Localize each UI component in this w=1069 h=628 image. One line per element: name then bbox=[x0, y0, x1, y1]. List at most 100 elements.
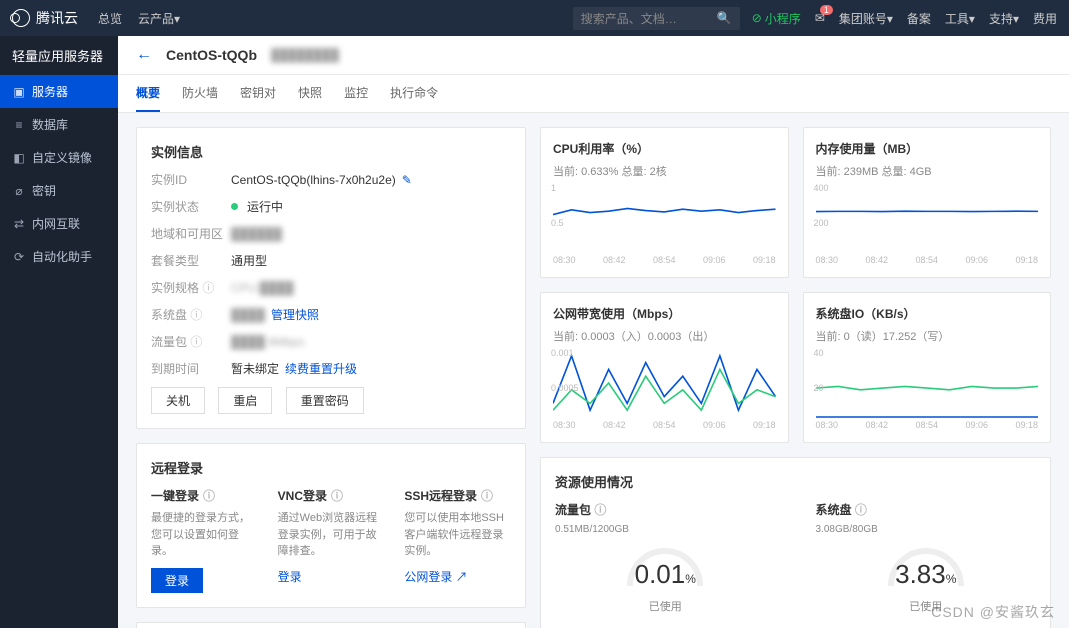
login-desc: 最便捷的登录方式，您可以设置如何登录。 bbox=[151, 510, 258, 560]
info-value: 运行中 bbox=[231, 198, 283, 215]
usage-foot: 已使用 bbox=[909, 598, 942, 614]
tab-0[interactable]: 概要 bbox=[136, 75, 160, 112]
cpu-chart: CPU利用率（%） 当前: 0.633% 总量: 2核 1 0.5 08:300… bbox=[540, 127, 789, 278]
sidebar-label: 服务器 bbox=[32, 83, 68, 100]
brand-text: 腾讯云 bbox=[36, 8, 78, 28]
sidebar-item-5[interactable]: ⟳自动化助手 bbox=[0, 240, 118, 273]
info-value: CPU:████ bbox=[231, 281, 294, 295]
nav-fee[interactable]: 费用 bbox=[1033, 10, 1057, 27]
info-label: 实例规格 ⓘ bbox=[151, 279, 231, 296]
info-label: 实例ID bbox=[151, 171, 231, 188]
usage-pct: 0.01% bbox=[635, 559, 696, 590]
info-label: 地域和可用区 bbox=[151, 225, 231, 242]
sidebar-label: 内网互联 bbox=[32, 215, 80, 232]
info-value: ████ 管理快照 bbox=[231, 306, 319, 323]
login-action[interactable]: 公网登录 ↗ bbox=[404, 570, 467, 584]
msg-icon[interactable]: ✉ bbox=[815, 11, 825, 25]
info-label: 系统盘 ⓘ bbox=[151, 306, 231, 323]
sidebar-item-4[interactable]: ⇄内网互联 bbox=[0, 207, 118, 240]
network-card: 网络信息 IP地址 ⓘ████████防火墙 管理规则DDoS防护 ⓘ 查看详情… bbox=[136, 622, 526, 628]
row-link[interactable]: 续费重置升级 bbox=[285, 360, 357, 377]
login-action[interactable]: 登录 bbox=[278, 570, 302, 584]
nav-tools[interactable]: 工具▾ bbox=[945, 10, 975, 27]
usage-col-title: 流量包 ⓘ bbox=[555, 501, 776, 518]
chart-title: 系统盘IO（KB/s） bbox=[816, 305, 1039, 322]
cloud-icon bbox=[12, 9, 30, 27]
usage-foot: 已使用 bbox=[649, 598, 682, 614]
info-icon: ⓘ bbox=[203, 487, 215, 504]
sidebar-icon: ▣ bbox=[12, 85, 26, 99]
sidebar-icon: ⌀ bbox=[12, 184, 26, 198]
chart-meta: 当前: 0（读）17.252（写） bbox=[816, 328, 1039, 344]
chart-title: 内存使用量（MB） bbox=[816, 140, 1039, 157]
info-value: ████ 8Mbps bbox=[231, 335, 304, 349]
usage-pct: 3.83% bbox=[895, 559, 956, 590]
nav-beian[interactable]: 备案 bbox=[907, 10, 931, 27]
info-value: CentOS-tQQb(lhins-7x0h2u2e) ✎ bbox=[231, 173, 412, 187]
sidebar-label: 数据库 bbox=[32, 116, 68, 133]
login-desc: 您可以使用本地SSH客户端软件远程登录实例。 bbox=[404, 510, 511, 560]
instance-card: 实例信息 实例IDCentOS-tQQb(lhins-7x0h2u2e) ✎实例… bbox=[136, 127, 526, 429]
sidebar-icon: ⟳ bbox=[12, 250, 26, 264]
usage-sub: 3.08GB/80GB bbox=[816, 524, 1037, 535]
chart-title: CPU利用率（%） bbox=[553, 140, 776, 157]
page-title: CentOS-tQQb bbox=[166, 47, 257, 63]
nav-support[interactable]: 支持▾ bbox=[989, 10, 1019, 27]
info-icon: ⓘ bbox=[190, 335, 202, 349]
info-value: 通用型 bbox=[231, 252, 267, 269]
info-icon: ⓘ bbox=[202, 281, 214, 295]
back-button[interactable]: ← bbox=[136, 46, 152, 64]
info-label: 流量包 ⓘ bbox=[151, 333, 231, 350]
login-action[interactable]: 登录 bbox=[151, 568, 203, 593]
sidebar-item-3[interactable]: ⌀ 密钥 bbox=[0, 174, 118, 207]
shutdown-button[interactable]: 关机 bbox=[151, 387, 205, 414]
info-value: 暂未绑定 续费重置升级 bbox=[231, 360, 357, 377]
info-value: ██████ bbox=[231, 227, 282, 241]
info-icon: ⓘ bbox=[331, 487, 343, 504]
sidebar-item-0[interactable]: ▣ 服务器 bbox=[0, 75, 118, 108]
chart-meta: 当前: 0.633% 总量: 2核 bbox=[553, 163, 776, 179]
info-label: 到期时间 bbox=[151, 360, 231, 377]
usage-sub: 0.51MB/1200GB bbox=[555, 524, 776, 535]
login-col-title: SSH远程登录 ⓘ bbox=[404, 487, 511, 504]
tab-1[interactable]: 防火墙 bbox=[182, 75, 218, 112]
login-col-title: VNC登录 ⓘ bbox=[278, 487, 385, 504]
chart-title: 公网带宽使用（Mbps） bbox=[553, 305, 776, 322]
sidebar-item-2[interactable]: ◧自定义镜像 bbox=[0, 141, 118, 174]
sidebar-icon: ≡ bbox=[12, 118, 26, 132]
sidebar-item-1[interactable]: ≡ 数据库 bbox=[0, 108, 118, 141]
login-desc: 通过Web浏览器远程登录实例，可用于故障排查。 bbox=[278, 510, 385, 560]
row-link[interactable]: 管理快照 bbox=[271, 306, 319, 323]
info-icon: ⓘ bbox=[190, 308, 202, 322]
tab-5[interactable]: 执行命令 bbox=[390, 75, 438, 112]
info-icon: ⓘ bbox=[481, 487, 493, 504]
tab-3[interactable]: 快照 bbox=[298, 75, 322, 112]
search-placeholder: 搜索产品、文档… bbox=[581, 10, 677, 27]
search-input[interactable]: 搜索产品、文档… 🔍 bbox=[573, 7, 740, 30]
reset-pwd-button[interactable]: 重置密码 bbox=[286, 387, 364, 414]
login-col-title: 一键登录 ⓘ bbox=[151, 487, 258, 504]
nav-products[interactable]: 云产品▾ bbox=[138, 10, 180, 27]
chart-meta: 当前: 239MB 总量: 4GB bbox=[816, 163, 1039, 179]
search-icon: 🔍 bbox=[717, 11, 732, 25]
sidebar-title: 轻量应用服务器 bbox=[0, 36, 118, 75]
nav-group[interactable]: 集团账号▾ bbox=[839, 10, 893, 27]
io-chart: 系统盘IO（KB/s） 当前: 0（读）17.252（写） 40 20 08:3… bbox=[803, 292, 1052, 443]
sidebar-label: 密钥 bbox=[32, 182, 56, 199]
bw-chart: 公网带宽使用（Mbps） 当前: 0.0003（入）0.0003（出） 0.00… bbox=[540, 292, 789, 443]
restart-button[interactable]: 重启 bbox=[218, 387, 272, 414]
usage-title: 资源使用情况 bbox=[555, 472, 1036, 491]
instance-title: 实例信息 bbox=[151, 142, 511, 161]
miniprogram-link[interactable]: ⊘小程序 bbox=[752, 10, 801, 27]
edit-icon[interactable]: ✎ bbox=[402, 173, 412, 187]
mem-chart: 内存使用量（MB） 当前: 239MB 总量: 4GB 400 200 08:3… bbox=[803, 127, 1052, 278]
tab-2[interactable]: 密钥对 bbox=[240, 75, 276, 112]
page-subtitle: ████████ bbox=[271, 48, 339, 62]
info-label: 实例状态 bbox=[151, 198, 231, 215]
logo[interactable]: 腾讯云 bbox=[12, 8, 78, 28]
tab-4[interactable]: 监控 bbox=[344, 75, 368, 112]
sidebar-label: 自定义镜像 bbox=[32, 149, 92, 166]
login-card: 远程登录 一键登录 ⓘ最便捷的登录方式，您可以设置如何登录。登录VNC登录 ⓘ通… bbox=[136, 443, 526, 608]
chart-meta: 当前: 0.0003（入）0.0003（出） bbox=[553, 328, 776, 344]
nav-overview[interactable]: 总览 bbox=[98, 10, 122, 27]
